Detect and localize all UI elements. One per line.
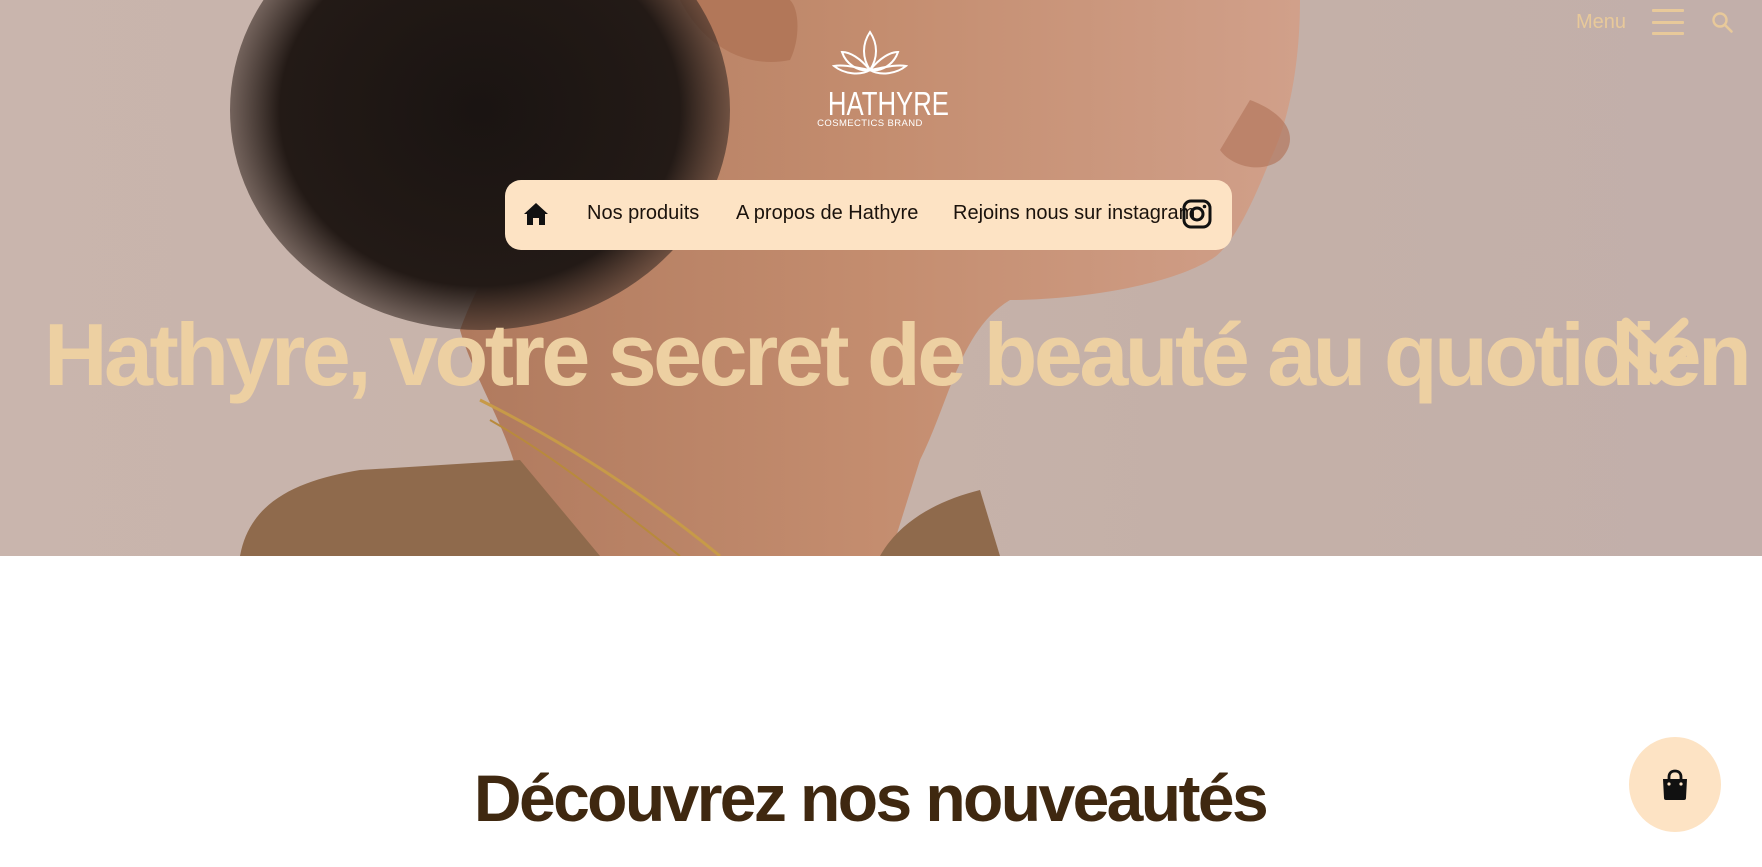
home-icon[interactable] bbox=[523, 201, 549, 227]
nav-link-products[interactable]: Nos produits bbox=[587, 202, 699, 225]
lotus-icon bbox=[831, 30, 909, 75]
top-menu-bar: Menu bbox=[1576, 0, 1762, 44]
logo-brand-name: HATHYRE bbox=[827, 85, 949, 122]
hamburger-menu-icon[interactable] bbox=[1652, 9, 1684, 35]
cart-button[interactable] bbox=[1629, 737, 1721, 832]
new-arrivals-heading: Découvrez nos nouveautés bbox=[473, 760, 1269, 835]
menu-label[interactable]: Menu bbox=[1576, 11, 1626, 34]
brand-logo[interactable]: HATHYRE COSMECTICS BRAND bbox=[816, 30, 949, 130]
instagram-icon[interactable] bbox=[1182, 199, 1212, 229]
nav-link-about[interactable]: A propos de Hathyre bbox=[736, 202, 918, 225]
shopping-bag-icon bbox=[1663, 769, 1687, 800]
search-icon[interactable] bbox=[1710, 10, 1734, 34]
double-chevron-down-icon[interactable] bbox=[1620, 316, 1690, 388]
hero-title: Hathyre, votre secret de beauté au quoti… bbox=[44, 305, 1752, 404]
nav-link-instagram[interactable]: Rejoins nous sur instagram bbox=[953, 202, 1195, 225]
hero-banner: Menu HATHYRE COSMECTICS BRAND Nos produi… bbox=[0, 0, 1762, 556]
main-navbar: Nos produits A propos de Hathyre Rejoins… bbox=[505, 180, 1232, 250]
